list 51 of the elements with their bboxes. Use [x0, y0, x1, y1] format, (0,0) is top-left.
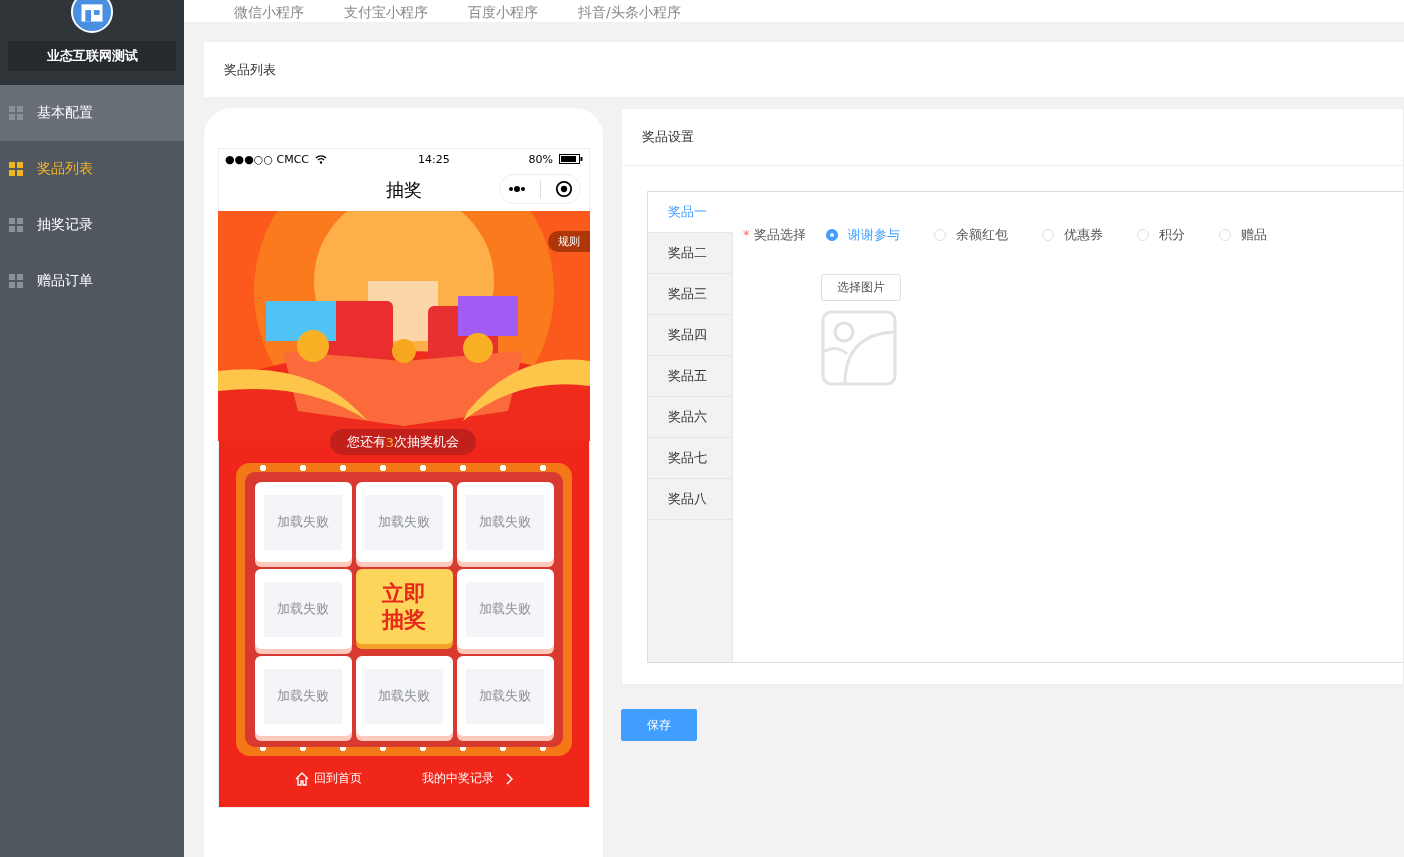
prize-tab[interactable]: 奖品三 [648, 274, 732, 315]
radio-option[interactable]: 优惠券 [1041, 226, 1103, 244]
battery-label: 80% [528, 152, 553, 166]
platform-tab[interactable]: 微信小程序 [234, 0, 304, 22]
load-failed-label: 加载失败 [277, 513, 329, 531]
prize-tab[interactable]: 奖品七 [648, 438, 732, 479]
page-title: 奖品列表 [224, 60, 276, 79]
load-failed-label: 加载失败 [277, 687, 329, 705]
load-failed-label: 加载失败 [378, 687, 430, 705]
records-link[interactable]: 我的中奖记录 [422, 770, 513, 787]
load-failed-label: 加载失败 [479, 513, 531, 531]
radio-icon[interactable] [825, 229, 838, 241]
grid-icon [9, 218, 23, 232]
load-failed-label: 加载失败 [479, 600, 531, 618]
home-icon [295, 771, 309, 786]
carrier-label: ●●●○○ CMCC [225, 152, 310, 166]
prize-tab[interactable]: 奖品二 [648, 233, 732, 274]
prize-tab[interactable]: 奖品八 [648, 479, 732, 520]
screen-title: 抽奖 [386, 178, 422, 202]
prize-tab[interactable]: 奖品四 [648, 315, 732, 356]
load-failed-label: 加载失败 [277, 600, 329, 618]
prize-tab[interactable]: 奖品六 [648, 397, 732, 438]
panel-title: 奖品设置 [642, 128, 694, 146]
grid-icon [9, 106, 23, 120]
chevron-right-icon [505, 772, 513, 785]
image-placeholder-icon [821, 310, 897, 386]
platform-tab[interactable]: 支付宝小程序 [344, 0, 428, 22]
grid-icon [9, 274, 23, 288]
prize-tab[interactable]: 奖品五 [648, 356, 732, 397]
platform-tab[interactable]: 百度小程序 [468, 0, 538, 22]
close-icon[interactable] [555, 180, 574, 198]
sidebar-item[interactable]: 基本配置 [0, 85, 184, 141]
radio-option[interactable]: 赠品 [1218, 226, 1267, 244]
load-failed-label: 加载失败 [378, 513, 430, 531]
radio-option[interactable]: 余额红包 [933, 226, 1008, 244]
rules-tag[interactable]: 规则 [548, 231, 590, 252]
platform-tab[interactable]: 抖音/头条小程序 [578, 0, 681, 22]
field-label: 奖品选择 [753, 227, 806, 242]
required-mark: * [743, 227, 750, 242]
radio-option[interactable]: 积分 [1136, 226, 1185, 244]
wifi-icon [315, 154, 328, 164]
grid-icon [9, 162, 23, 176]
load-failed-label: 加载失败 [479, 687, 531, 705]
choose-image-button[interactable]: 选择图片 [821, 274, 901, 301]
battery-icon [559, 154, 583, 164]
brand-name: 业态互联网测试 [8, 41, 176, 71]
store-logo-icon [71, 0, 113, 33]
home-link[interactable]: 回到首页 [295, 770, 362, 787]
clock-label: 14:25 [418, 152, 450, 166]
more-icon[interactable] [506, 185, 527, 193]
chances-pill: 您还有3次抽奖机会 [330, 429, 476, 455]
